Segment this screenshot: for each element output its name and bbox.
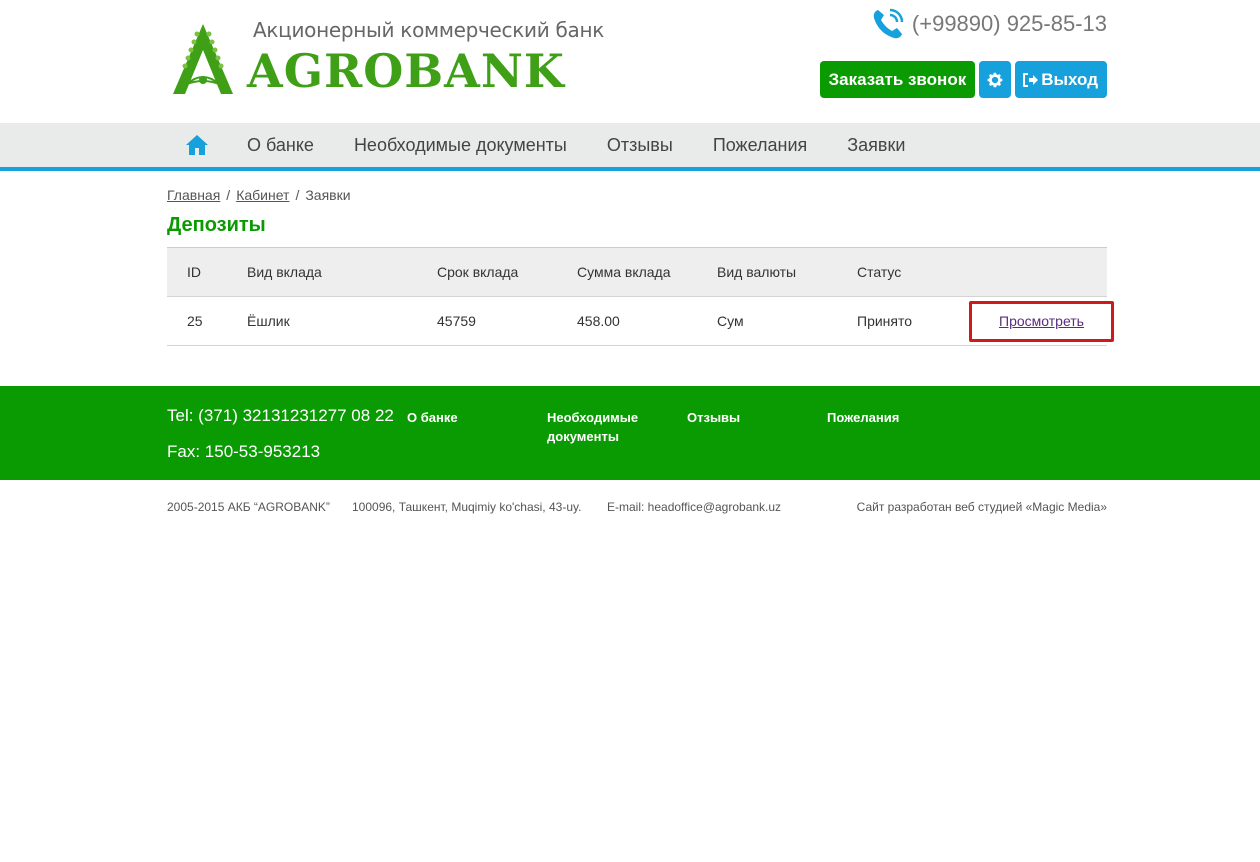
main-nav: О банке Необходимые документы Отзывы Пож…: [167, 123, 925, 167]
home-icon: [186, 135, 208, 155]
bottom-bar: 2005-2015 АКБ “AGROBANK” 100096, Ташкент…: [167, 500, 1107, 516]
gear-icon: [987, 72, 1003, 87]
nav-item-about[interactable]: О банке: [227, 123, 334, 167]
view-link[interactable]: Просмотреть: [999, 297, 1084, 346]
nav-item-applications[interactable]: Заявки: [827, 123, 925, 167]
nav-item-wishes[interactable]: Пожелания: [693, 123, 827, 167]
breadcrumb-home-link[interactable]: Главная: [167, 187, 220, 203]
breadcrumb-cabinet-link[interactable]: Кабинет: [236, 187, 289, 203]
breadcrumb-separator: /: [226, 187, 231, 203]
breadcrumb: Главная / Кабинет / Заявки: [167, 187, 1107, 203]
cell-id: 25: [187, 313, 203, 329]
page-title: Депозиты: [167, 214, 266, 236]
deposits-table: ID Вид вклада Срок вклада Сумма вклада В…: [167, 247, 1114, 346]
cell-currency: Сум: [717, 313, 744, 329]
nav-item-reviews[interactable]: Отзывы: [587, 123, 693, 167]
sign-out-icon: [1023, 72, 1039, 87]
column-header-id: ID: [187, 264, 201, 280]
column-header-currency: Вид валюты: [717, 264, 797, 280]
logo-tagline: Акционерный коммерческий банк: [253, 18, 604, 42]
view-link-highlight: Просмотреть: [969, 301, 1114, 342]
email: E-mail: headoffice@agrobank.uz: [607, 500, 782, 514]
site-footer: Tel: (371) 32131231277 08 22 Fax: 150-53…: [0, 386, 1260, 480]
header-phone: (+99890) 925-85-13: [870, 6, 1107, 42]
cell-type: Ёшлик: [247, 313, 290, 329]
wheat-logo-icon: [173, 24, 233, 94]
footer-link-documents[interactable]: Необходимые документы: [547, 408, 657, 446]
column-header-term: Срок вклада: [437, 264, 519, 280]
breadcrumb-separator: /: [295, 187, 300, 203]
cell-status: Принято: [857, 313, 913, 329]
main-navbar: О банке Необходимые документы Отзывы Пож…: [0, 123, 1260, 171]
footer-link-about[interactable]: О банке: [407, 408, 458, 427]
exit-label: Выход: [1041, 69, 1098, 89]
logo-wordmark: AGROBANK: [247, 44, 565, 98]
exit-button[interactable]: Выход: [1015, 61, 1107, 98]
agrobank-logo[interactable]: Акционерный коммерческий банк AGROBANK: [167, 18, 604, 98]
cell-amount: 458.00: [577, 313, 620, 329]
settings-button[interactable]: [979, 61, 1012, 98]
cell-term: 45759: [437, 313, 476, 329]
footer-tel: Tel: (371) 32131231277 08 22: [167, 406, 394, 425]
header-actions: Заказать звонок Выход: [819, 61, 1107, 98]
address: 100096, Ташкент, Muqimiy ko'chasi, 43-uy…: [352, 500, 582, 514]
copyright: 2005-2015 АКБ “AGROBANK”: [167, 500, 330, 514]
footer-fax: Fax: 150-53-953213: [167, 442, 321, 461]
footer-link-wishes[interactable]: Пожелания: [827, 408, 899, 427]
site-header: Акционерный коммерческий банк AGROBANK (…: [167, 0, 1107, 123]
nav-home[interactable]: [167, 135, 227, 155]
footer-link-reviews[interactable]: Отзывы: [687, 408, 740, 427]
column-header-amount: Сумма вклада: [577, 264, 671, 280]
order-call-button[interactable]: Заказать звонок: [819, 61, 976, 98]
column-header-status: Статус: [857, 264, 902, 280]
phone-number: (+99890) 925-85-13: [911, 11, 1107, 36]
nav-item-documents[interactable]: Необходимые документы: [334, 123, 587, 167]
column-header-type: Вид вклада: [247, 264, 322, 280]
table-header-row: ID Вид вклада Срок вклада Сумма вклада В…: [167, 248, 1107, 297]
developer-credits: Сайт разработан веб студией «Magic Media…: [856, 500, 1107, 514]
phone-icon: [873, 8, 904, 39]
breadcrumb-current: Заявки: [305, 187, 351, 203]
table-row: 25 Ёшлик 45759 458.00 Сум Принято Просмо…: [167, 297, 1114, 346]
